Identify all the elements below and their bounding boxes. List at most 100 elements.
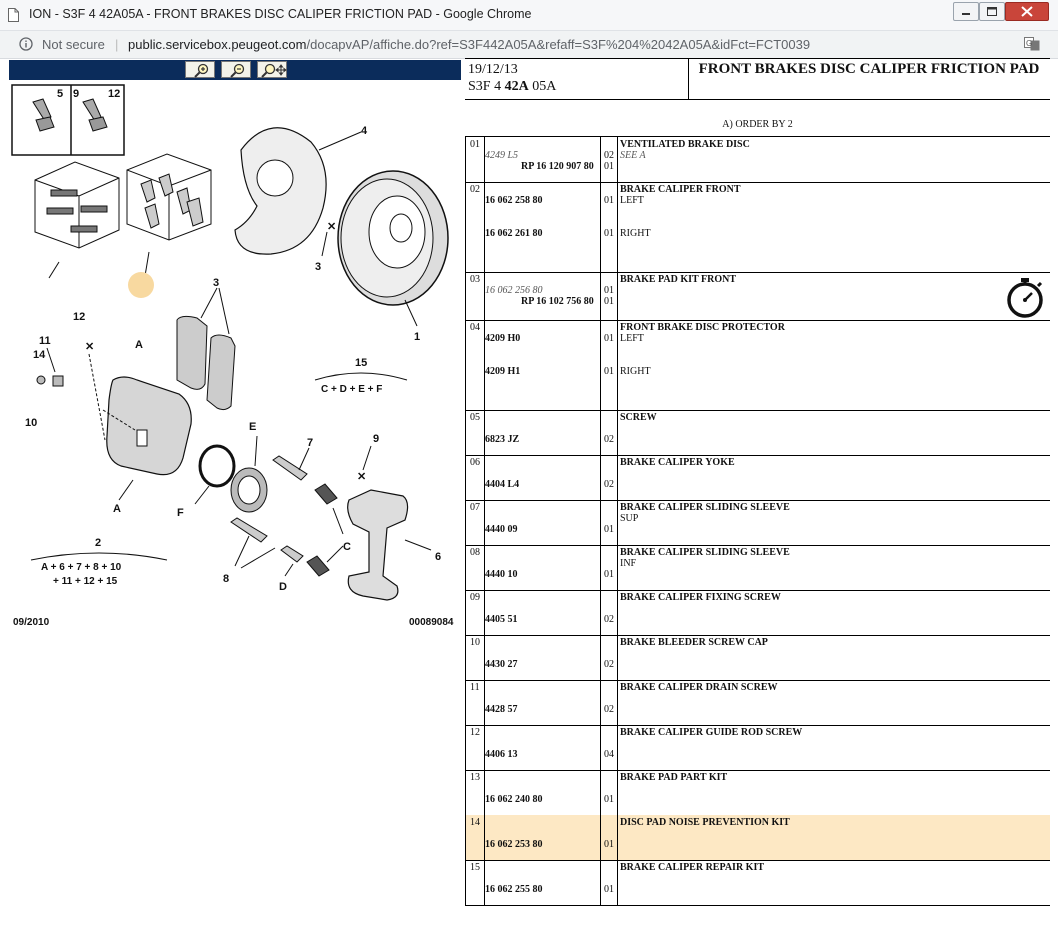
svg-text:G: G: [1026, 39, 1032, 48]
part-row[interactable]: 08 4440 10 01 BRAKE CALIPER SLIDING SLEEVE I…: [465, 545, 1050, 591]
part-number[interactable]: 4440 10: [485, 569, 518, 580]
part-number[interactable]: 16 062 253 80: [485, 839, 543, 850]
part-number[interactable]: 4209 H1: [485, 366, 520, 377]
minimize-button[interactable]: [953, 2, 979, 21]
part-row[interactable]: 15 16 062 255 80 01 BRAKE CALIPER REPAIR KI…: [465, 860, 1050, 906]
part-row[interactable]: 04 4209 H0 4209 H1 01 01 FRONT BRAKE DISC PRO…: [465, 320, 1050, 411]
part-c-sleeves[interactable]: C: [306, 483, 351, 577]
info-icon[interactable]: [19, 37, 33, 51]
partno-cell: [484, 860, 601, 905]
partno-cell: [484, 455, 601, 500]
part-number[interactable]: 4406 13: [485, 749, 518, 760]
partno-cell: [484, 815, 601, 860]
part-13-pad-kit[interactable]: [34, 161, 120, 279]
part-index: 04: [470, 322, 480, 333]
part-number[interactable]: 16 062 240 80: [485, 794, 543, 805]
part-3-brake-pads[interactable]: 3: [176, 277, 236, 411]
translate-icon[interactable]: G: [1024, 37, 1040, 51]
window-titlebar: ION - S3F 4 42A05A - FRONT BRAKES DISC C…: [0, 0, 1058, 31]
zoom-pan-button[interactable]: [257, 61, 287, 78]
part-number[interactable]: RP 16 102 756 80: [521, 296, 594, 307]
close-button[interactable]: [1005, 2, 1049, 21]
part-description: BRAKE CALIPER FRONT: [620, 184, 741, 195]
part-number[interactable]: 4440 09: [485, 524, 518, 535]
part-7-guide-pin[interactable]: 7: [272, 437, 313, 481]
svg-text:11: 11: [39, 335, 51, 347]
part-1-brake-disc[interactable]: 1: [337, 170, 449, 343]
svg-text:A + 6 + 7 + 8 + 10: A + 6 + 7 + 8 + 10: [41, 562, 122, 573]
part-14-noise-kit[interactable]: [126, 153, 212, 298]
part-number[interactable]: 4209 H0: [485, 333, 520, 344]
part-row[interactable]: 03 16 062 256 80 RP 16 102 756 80 01 01 BRAKE…: [465, 272, 1050, 321]
part-index: 08: [470, 547, 480, 558]
part-8-guide-pin[interactable]: 8 D: [223, 517, 304, 593]
part-description: FRONT BRAKE DISC PROTECTOR: [620, 322, 785, 333]
part-row[interactable]: 01 4249 L5 RP 16 120 907 80 02 01 VENTILATED …: [465, 137, 1050, 183]
part-row[interactable]: 13 16 062 240 80 01 BRAKE PAD PART KIT: [465, 770, 1050, 816]
part-number[interactable]: 4430 27: [485, 659, 518, 670]
ref-group: 42A: [504, 79, 529, 94]
url-path: /docapvAP/affiche.do?ref=S3F442A05A&refa…: [306, 37, 811, 52]
part-quantity: 01: [604, 839, 614, 850]
qty-cell: [601, 860, 618, 905]
partno-cell: [484, 410, 601, 455]
part-row[interactable]: 10 4430 27 02 BRAKE BLEEDER SCREW CAP: [465, 635, 1050, 681]
part-quantity: 01: [604, 195, 614, 206]
part-number[interactable]: 4405 51: [485, 614, 518, 625]
svg-text:3: 3: [213, 277, 219, 289]
partno-cell: [484, 590, 601, 635]
part-row[interactable]: 02 16 062 258 80 16 062 261 80 01 01 BRAKE CA…: [465, 182, 1050, 273]
part-index: 13: [470, 772, 480, 783]
part-number[interactable]: 16 062 255 80: [485, 884, 543, 895]
svg-text:✕: ✕: [357, 471, 366, 483]
parts-list-pane: 19/12/13 S3F 4 42A 05A FRONT BRAKES DISC…: [465, 58, 1050, 910]
zoom-toolbar: [9, 60, 461, 80]
part-index: 12: [470, 727, 480, 738]
url-text[interactable]: public.servicebox.peugeot.com/docapvAP/a…: [128, 37, 810, 52]
part-number[interactable]: RP 16 120 907 80: [521, 161, 594, 172]
part-number[interactable]: 4404 L4: [485, 479, 519, 490]
index-cell: [465, 320, 485, 410]
part-row[interactable]: 07 4440 09 01 BRAKE CALIPER SLIDING SLEEVE S…: [465, 500, 1050, 546]
address-bar[interactable]: Not secure | public.servicebox.peugeot.c…: [0, 31, 1058, 59]
partno-cell: [484, 725, 601, 770]
catalog-date: 19/12/13: [468, 62, 518, 77]
zoom-out-button[interactable]: [221, 61, 251, 78]
part-row[interactable]: 12 4406 13 04 BRAKE CALIPER GUIDE ROD SCREW: [465, 725, 1050, 771]
part-row[interactable]: 05 6823 JZ 02 SCREW: [465, 410, 1050, 456]
zoom-in-button[interactable]: [185, 61, 215, 78]
part-row[interactable]: 06 4404 L4 02 BRAKE CALIPER YOKE: [465, 455, 1050, 501]
exploded-parts-diagram: 5 9 12 4 ✕ 3 1 14 A 3 15 C + D + E + F 1…: [11, 84, 449, 601]
zoom-out-icon: [230, 63, 245, 78]
part-f-seal[interactable]: F: [177, 444, 236, 519]
part-row[interactable]: 09 4405 51 02 BRAKE CALIPER FIXING SCREW: [465, 590, 1050, 636]
svg-text:D: D: [279, 581, 287, 593]
url-host: public.servicebox.peugeot.com: [128, 37, 307, 52]
part-variant: SUP: [620, 513, 639, 524]
part-variant: INF: [620, 558, 637, 569]
part-number[interactable]: 16 062 256 80: [485, 285, 543, 296]
part-index: 07: [470, 502, 480, 513]
maximize-button[interactable]: [979, 2, 1005, 21]
svg-text:10: 10: [25, 417, 37, 429]
part-e-boot[interactable]: E: [230, 421, 268, 513]
part-a-caliper[interactable]: A: [102, 376, 192, 515]
part-number[interactable]: 16 062 258 80: [485, 195, 543, 206]
group-15-label: 15 C + D + E + F: [314, 357, 408, 395]
stopwatch-icon[interactable]: [1005, 276, 1047, 320]
svg-text:2: 2: [95, 537, 101, 549]
part-quantity: 02: [604, 150, 614, 161]
part-number[interactable]: 4249 L5: [485, 150, 518, 161]
part-number[interactable]: 4428 57: [485, 704, 518, 715]
security-status[interactable]: Not secure: [42, 37, 105, 52]
part-quantity: 01: [604, 296, 614, 307]
part-row[interactable]: 14 16 062 253 80 01 DISC PAD NOISE PREVENTI…: [465, 815, 1050, 861]
part-variant: RIGHT: [620, 228, 651, 239]
part-row[interactable]: 11 4428 57 02 BRAKE CALIPER DRAIN SCREW: [465, 680, 1050, 726]
part-number[interactable]: 16 062 261 80: [485, 228, 543, 239]
part-6-caliper-bracket[interactable]: 6: [347, 489, 441, 601]
part-number[interactable]: 6823 JZ: [485, 434, 519, 445]
svg-text:12: 12: [73, 311, 85, 323]
part-description: BRAKE CALIPER REPAIR KIT: [620, 862, 764, 873]
part-description: SCREW: [620, 412, 657, 423]
